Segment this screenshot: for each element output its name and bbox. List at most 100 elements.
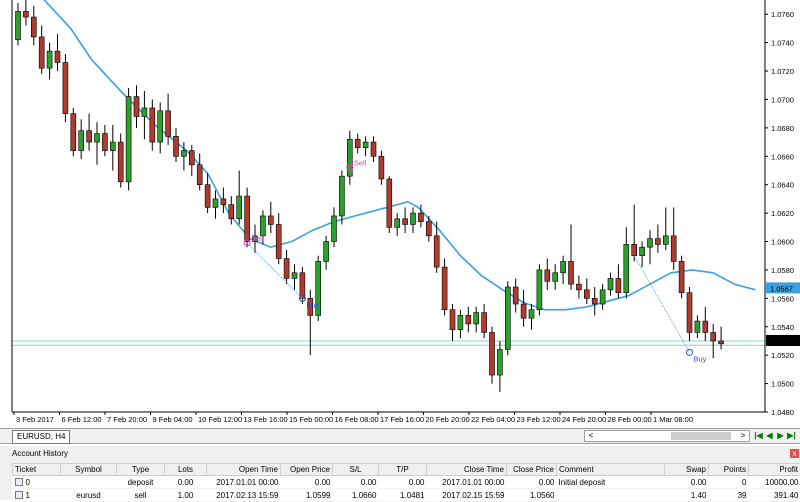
candle-body — [474, 313, 479, 324]
candle-body — [632, 244, 637, 255]
candle-body — [118, 142, 123, 182]
price-tick-label: 1.0580 — [771, 266, 794, 275]
col-ticket[interactable]: Ticket — [13, 464, 61, 476]
price-chart[interactable]: SellBuySellBuy 1.07601.07401.07201.07001… — [0, 0, 800, 428]
candle-body — [640, 247, 645, 256]
trade-icon — [15, 491, 23, 499]
candle-body — [497, 349, 502, 375]
nav-last-icon[interactable]: ▶| — [787, 430, 796, 442]
time-tick-label: 1 Mar 08:00 — [653, 415, 693, 424]
candle-body — [268, 216, 273, 225]
candle-body — [553, 273, 558, 282]
candle-body — [545, 270, 550, 281]
col-comment[interactable]: Comment — [557, 464, 665, 476]
col-profit[interactable]: Profit — [749, 464, 800, 476]
col-symbol[interactable]: Symbol — [61, 464, 117, 476]
price-tick-label: 1.0600 — [771, 238, 794, 247]
candle-body — [687, 293, 692, 333]
close-icon[interactable]: x — [790, 449, 799, 458]
candle-body — [245, 196, 250, 241]
nav-next-icon[interactable]: ▶ — [776, 430, 785, 442]
time-tick-label: 22 Feb 04:00 — [471, 415, 515, 424]
col-points[interactable]: Points — [709, 464, 749, 476]
candle-body — [403, 219, 408, 225]
candle-body — [55, 51, 60, 62]
candle-body — [592, 298, 597, 304]
candle-body — [71, 114, 76, 151]
deposit-icon — [15, 478, 23, 486]
candle-body — [23, 11, 28, 17]
price-tick-label: 1.0560 — [771, 294, 794, 303]
candle-body — [16, 11, 21, 39]
candle-body — [529, 310, 534, 319]
price-tick-label: 1.0680 — [771, 124, 794, 133]
candle-body — [490, 332, 495, 375]
candle-body — [719, 341, 724, 344]
candle-body — [426, 222, 431, 236]
nav-prev-icon[interactable]: ◀ — [765, 430, 774, 442]
time-tick-label: 24 Feb 20:00 — [562, 415, 606, 424]
ma-price-marker-label: 1.0567 — [770, 284, 793, 293]
scrollbar-thumb[interactable] — [671, 432, 731, 440]
time-tick-label: 23 Feb 12:00 — [517, 415, 561, 424]
table-row[interactable]: 0 deposit 0.00 2017.01.01 00:00 0.00 0.0… — [13, 476, 800, 489]
price-tick-label: 1.0620 — [771, 209, 794, 218]
candle-body — [284, 259, 289, 279]
price-tick-label: 1.0720 — [771, 67, 794, 76]
nav-first-icon[interactable]: |◀ — [754, 430, 763, 442]
col-close-price[interactable]: Close Price — [507, 464, 557, 476]
col-open-time[interactable]: Open Time — [207, 464, 281, 476]
candle-body — [63, 63, 68, 114]
cell-sl: 0.00 — [333, 476, 379, 489]
ticket-value: 0 — [26, 478, 30, 487]
trades-layer: SellBuySellBuy — [244, 159, 707, 364]
candle-body — [521, 304, 526, 318]
panel-title: Account History — [12, 449, 68, 458]
col-tp[interactable]: T/P — [379, 464, 427, 476]
col-lots[interactable]: Lots — [165, 464, 207, 476]
candle-body — [387, 179, 392, 227]
cell-close-price: 0.00 — [507, 476, 557, 489]
candle-body — [300, 273, 305, 299]
col-close-time[interactable]: Close Time — [427, 464, 507, 476]
horizontal-scrollbar[interactable]: < > — [584, 430, 750, 442]
table-header-row: Ticket Symbol Type Lots Open Time Open P… — [13, 464, 800, 476]
candle-body — [31, 17, 36, 37]
chart-canvas[interactable]: SellBuySellBuy 1.07601.07401.07201.07001… — [0, 0, 800, 428]
candle-body — [679, 261, 684, 292]
candle-body — [181, 151, 186, 157]
candle-body — [339, 176, 344, 216]
col-open-price[interactable]: Open Price — [281, 464, 333, 476]
cell-tp: 0.00 — [379, 476, 427, 489]
cell-swap: 0.00 — [665, 476, 709, 489]
candle-body — [292, 273, 297, 279]
candle-body — [110, 142, 115, 151]
candle-body — [134, 97, 139, 117]
time-tick-label: 17 Feb 16:00 — [380, 415, 424, 424]
candle-body — [703, 321, 708, 332]
candle-body — [39, 37, 44, 68]
col-type[interactable]: Type — [117, 464, 165, 476]
candles-layer — [16, 0, 724, 392]
scroll-left-icon[interactable]: < — [585, 431, 597, 441]
candle-body — [624, 244, 629, 292]
time-tick-label: 9 Feb 04:00 — [153, 415, 193, 424]
candle-body — [418, 213, 423, 222]
candle-body — [229, 205, 234, 219]
candle-body — [466, 315, 471, 324]
cell-lots: 0.00 — [165, 476, 207, 489]
cell-open-price: 0.00 — [281, 476, 333, 489]
scroll-right-icon[interactable]: > — [737, 431, 749, 441]
candle-body — [584, 290, 589, 299]
tab-eurusd-h4[interactable]: EURUSD, H4 — [12, 430, 70, 444]
time-axis: 3 Feb 20176 Feb 12:007 Feb 20:009 Feb 04… — [14, 412, 693, 424]
candle-body — [450, 310, 455, 330]
sell-label: Sell — [251, 234, 264, 243]
col-sl[interactable]: S/L — [333, 464, 379, 476]
account-history-panel: Account History x Ticket Symbol Type Lot… — [0, 446, 800, 500]
price-tick-label: 1.0520 — [771, 351, 794, 360]
col-swap[interactable]: Swap — [665, 464, 709, 476]
candle-body — [332, 216, 337, 242]
price-tick-label: 1.0500 — [771, 380, 794, 389]
cell-close-time: 2017.01.01 00:00 — [427, 476, 507, 489]
